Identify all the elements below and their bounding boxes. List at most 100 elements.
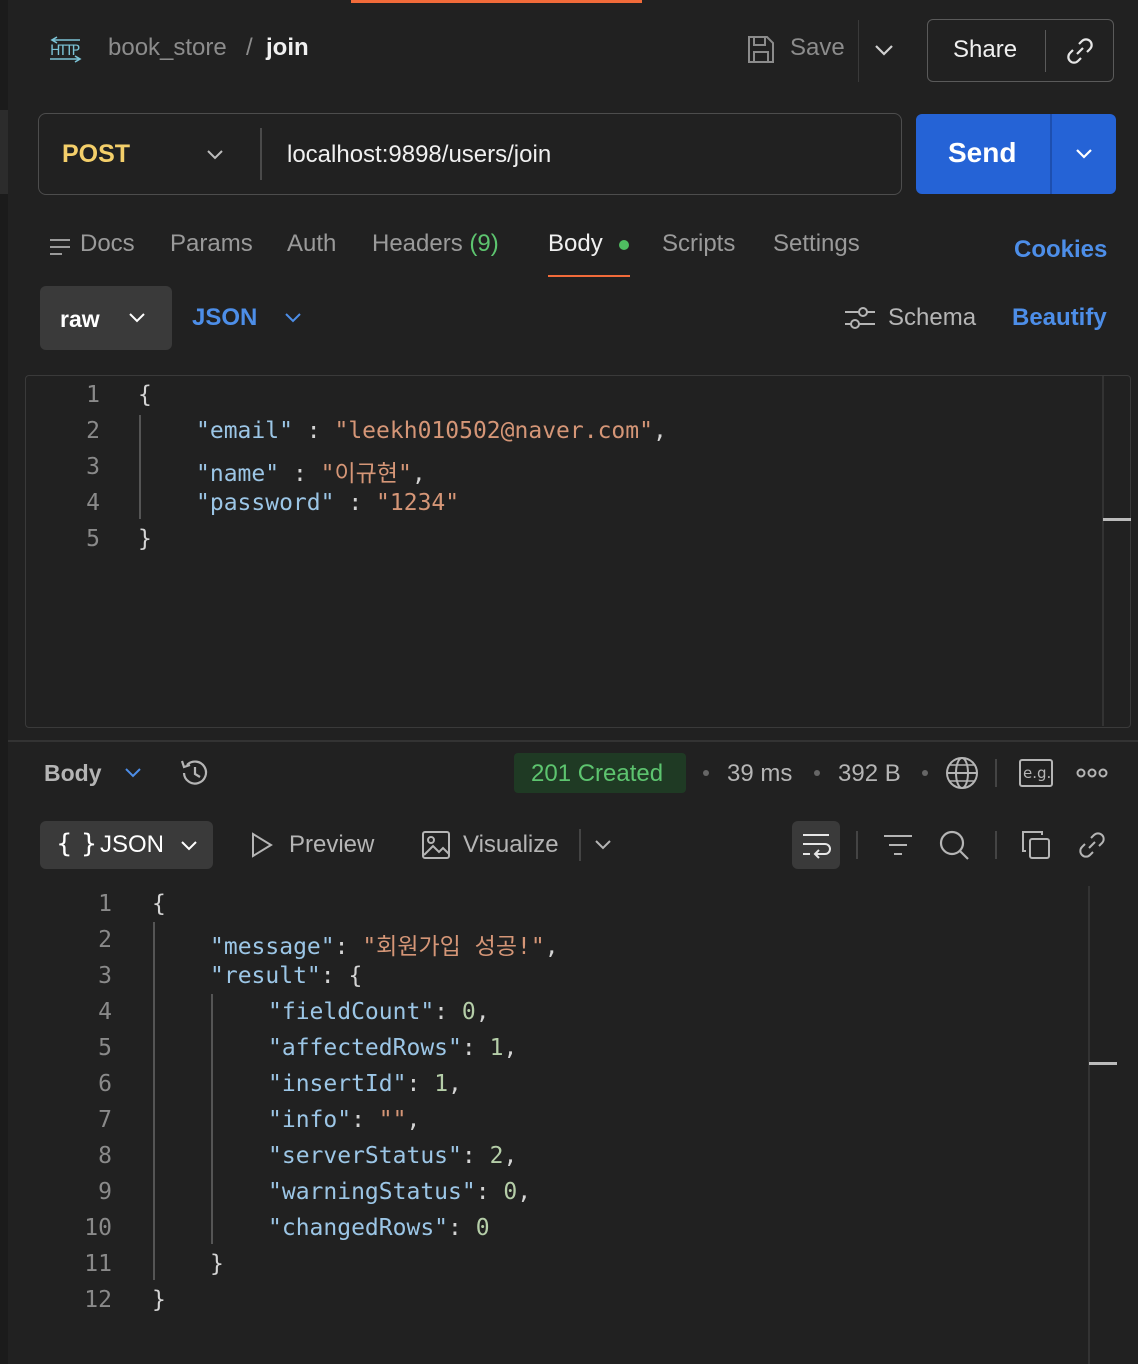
- more-options-icon[interactable]: [1076, 765, 1108, 781]
- request-body-code: { "email" : "leekh010502@naver.com", "na…: [138, 382, 667, 552]
- save-example-button[interactable]: e.g.: [1019, 759, 1053, 787]
- chevron-down-icon: [129, 313, 145, 323]
- request-name[interactable]: join: [266, 34, 309, 62]
- share-button[interactable]: Share: [953, 36, 1017, 64]
- code-line: "result": {: [210, 963, 363, 989]
- schema-button[interactable]: Schema: [888, 304, 976, 332]
- code-line: }: [210, 1251, 224, 1277]
- chevron-down-icon[interactable]: [122, 762, 144, 784]
- code-line: "info": "",: [268, 1107, 421, 1133]
- divider: [995, 831, 997, 859]
- chevron-down-icon: [181, 841, 197, 851]
- response-format-label: JSON: [100, 831, 165, 858]
- code-line: "password" : "1234": [196, 490, 460, 516]
- status-text: 201 Created: [531, 760, 664, 787]
- preview-button[interactable]: Preview: [289, 831, 374, 859]
- code-line: }: [152, 1287, 166, 1313]
- chevron-down-icon[interactable]: [592, 834, 614, 856]
- divider: [858, 20, 859, 82]
- code-line: "insertId": 1,: [268, 1071, 462, 1097]
- image-icon[interactable]: [421, 830, 451, 860]
- docs-icon: [50, 239, 70, 255]
- active-tab-indicator: [351, 0, 642, 3]
- scrollbar-track: [1102, 376, 1104, 726]
- tab-params[interactable]: Params: [170, 230, 253, 258]
- separator-dot: [922, 770, 928, 776]
- code-line: "warningStatus": 0,: [268, 1179, 532, 1205]
- chevron-down-icon[interactable]: [1073, 143, 1095, 165]
- code-line: "affectedRows": 1,: [268, 1035, 518, 1061]
- body-modified-dot: [619, 240, 629, 250]
- divider: [260, 128, 262, 180]
- scrollbar-marker[interactable]: [1089, 1062, 1117, 1065]
- indent-guide: [211, 994, 213, 1244]
- code-line: "fieldCount": 0,: [268, 999, 490, 1025]
- copy-icon[interactable]: [1020, 829, 1052, 861]
- pane-divider[interactable]: [8, 740, 1138, 742]
- braces-icon: { }: [56, 829, 98, 859]
- code-line: "name" : "이규현",: [196, 461, 426, 487]
- code-line: "email" : "leekh010502@naver.com",: [196, 418, 667, 444]
- link-icon[interactable]: [1076, 829, 1108, 861]
- tab-headers-count: (9): [469, 230, 499, 257]
- tab-headers-label: Headers: [372, 230, 463, 257]
- tab-scripts[interactable]: Scripts: [662, 230, 735, 258]
- send-button[interactable]: Send: [948, 137, 1016, 169]
- chevron-down-icon[interactable]: [872, 38, 896, 62]
- filter-icon[interactable]: [882, 830, 914, 860]
- separator-dot: [703, 770, 709, 776]
- tab-headers[interactable]: Headers (9): [372, 230, 499, 258]
- divider: [1045, 30, 1046, 72]
- scrollbar-track: [1088, 886, 1090, 1364]
- code-line: "changedRows": 0: [268, 1215, 490, 1241]
- scrollbar-marker[interactable]: [1103, 518, 1131, 521]
- chevron-down-icon[interactable]: [204, 144, 226, 166]
- divider: [579, 829, 581, 861]
- visualize-button[interactable]: Visualize: [463, 831, 559, 859]
- save-icon: [748, 36, 774, 63]
- body-format-select[interactable]: JSON: [192, 304, 257, 332]
- send-button-group: Send: [916, 114, 1116, 194]
- code-line: "serverStatus": 2,: [268, 1143, 518, 1169]
- chevron-down-icon[interactable]: [282, 307, 304, 329]
- left-edge-handle[interactable]: [0, 110, 8, 194]
- divider: [1050, 114, 1052, 194]
- breadcrumb-collection[interactable]: book_store: [108, 34, 227, 62]
- code-line: {: [138, 382, 152, 408]
- code-line: "message": "회원가입 성공!",: [210, 934, 559, 960]
- tab-body[interactable]: Body: [548, 230, 603, 258]
- body-mode-select[interactable]: raw: [40, 286, 172, 350]
- response-section-select[interactable]: Body: [44, 760, 102, 787]
- response-size[interactable]: 392 B: [838, 760, 901, 788]
- schema-sliders-icon[interactable]: [843, 304, 877, 332]
- cookies-link[interactable]: Cookies: [1014, 236, 1107, 264]
- url-input[interactable]: localhost:9898/users/join: [287, 141, 551, 169]
- link-icon[interactable]: [1064, 35, 1096, 67]
- body-mode-label: raw: [60, 306, 100, 332]
- method-select[interactable]: POST: [62, 140, 130, 169]
- breadcrumb-separator: /: [246, 34, 253, 61]
- save-label: Save: [790, 34, 845, 61]
- play-icon[interactable]: [250, 832, 274, 858]
- tab-auth[interactable]: Auth: [287, 230, 336, 258]
- separator-dot: [814, 770, 820, 776]
- history-icon[interactable]: [178, 756, 212, 790]
- code-line: {: [152, 891, 166, 917]
- beautify-button[interactable]: Beautify: [1012, 304, 1107, 332]
- wrap-lines-button[interactable]: [792, 821, 840, 869]
- divider: [856, 831, 858, 859]
- globe-icon[interactable]: [944, 755, 980, 791]
- wrap-lines-icon: [803, 834, 831, 859]
- http-icon: HTTP: [48, 36, 84, 66]
- response-time[interactable]: 39 ms: [727, 760, 792, 788]
- tab-docs[interactable]: Docs: [80, 230, 135, 258]
- tab-settings[interactable]: Settings: [773, 230, 860, 258]
- divider: [995, 759, 997, 787]
- search-icon[interactable]: [937, 828, 971, 862]
- code-line: }: [138, 526, 152, 552]
- response-body-code: { "message": "회원가입 성공!", "result": { "fi…: [152, 891, 559, 1313]
- active-tab-underline: [548, 275, 630, 277]
- response-format-select[interactable]: { } JSON: [40, 821, 213, 869]
- status-badge[interactable]: 201 Created: [514, 753, 686, 793]
- save-button[interactable]: Save: [746, 34, 846, 66]
